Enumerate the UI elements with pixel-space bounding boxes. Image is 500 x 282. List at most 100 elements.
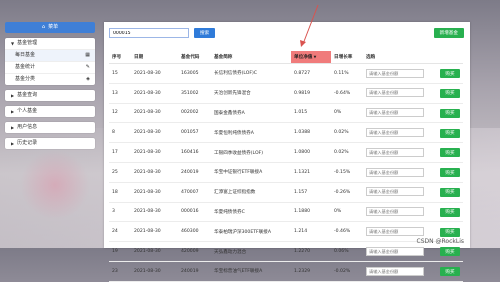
table-cell: 1.0800 <box>291 142 331 163</box>
column-header: 日期 <box>131 51 178 64</box>
table-cell: 0.8727 <box>291 63 331 84</box>
buy-share-input[interactable] <box>366 207 424 217</box>
sidebar-item-daily-fund[interactable]: 每日基金 ▦ <box>5 49 95 61</box>
buy-share-input[interactable] <box>366 266 424 276</box>
buy-button[interactable]: 购买 <box>440 247 460 257</box>
search-button[interactable]: 搜索 <box>194 28 216 38</box>
buy-share-input[interactable] <box>366 68 424 78</box>
table-cell: -0.64% <box>331 83 363 104</box>
table-cell: 0.11% <box>331 63 363 84</box>
buy-button[interactable]: 购买 <box>440 227 460 237</box>
table-cell: 420009 <box>178 241 211 262</box>
buy-share-input[interactable] <box>366 167 424 177</box>
buy-button[interactable]: 购买 <box>440 88 460 98</box>
table-cell: 华宝标普油气ETF联接A <box>211 261 291 282</box>
sidebar-group-user-info[interactable]: ▶ 用户信息 <box>5 122 95 133</box>
table-cell: 163005 <box>178 63 211 84</box>
buy-button[interactable]: 购买 <box>440 148 460 158</box>
table-cell: -0.46% <box>331 221 363 243</box>
table-cell: 25 <box>109 162 131 183</box>
table-cell: 19 <box>109 241 131 262</box>
calendar-icon: ▦ <box>85 52 90 58</box>
sidebar-group-personal-fund[interactable]: ▶ 个人基金 <box>5 106 95 117</box>
column-header-sorted[interactable]: 单位净值 ▼ <box>291 51 331 64</box>
table-cell: 24 <box>109 221 131 243</box>
buy-share-input[interactable] <box>366 108 424 118</box>
table-cell: 160416 <box>178 142 211 163</box>
sidebar-group-label: 基金管理 <box>17 40 38 46</box>
table-row: 182021-08-30470007汇添富上证综指指数1.157-0.26% 购买 <box>109 182 463 203</box>
table-cell: 2021-08-30 <box>131 162 178 183</box>
table-row: 23 2021-08-30 240019 华宝标普油气ETF联接A 1.2329 -0.0… <box>109 261 463 282</box>
buy-button[interactable]: 购买 <box>440 128 460 138</box>
buy-share-input[interactable] <box>366 187 424 197</box>
table-cell: 0.06% <box>331 241 363 262</box>
buy-share-input[interactable] <box>366 128 424 138</box>
table-cell: 240019 <box>178 162 211 183</box>
sidebar-group-history[interactable]: ▶ 历史记录 <box>5 138 95 149</box>
table-cell: 2021-08-30 <box>131 202 178 223</box>
sidebar: ⌂ 菜单 ▼ 基金管理 每日基金 ▦ 基金统计 ✎ 基金分类 ◈ ▶ 基金查询 … <box>5 22 95 149</box>
table-cell: 1.1880 <box>291 202 331 223</box>
table-cell: 国泰金鑫债券A <box>211 103 291 124</box>
table-row: 15 2021-08-30 163005 长信利信债券(LOF)C 0.8727 0.11… <box>109 63 463 84</box>
sidebar-item-label: 基金统计 <box>15 64 36 70</box>
background-blossom <box>20 150 90 220</box>
sidebar-item-label: 每日基金 <box>15 52 36 58</box>
sidebar-group-label: 基金查询 <box>17 92 38 98</box>
table-cell: 1.214 <box>291 221 331 243</box>
buy-button[interactable]: 购买 <box>440 187 460 197</box>
caret-right-icon: ▶ <box>11 109 15 114</box>
sidebar-group-label: 历史记录 <box>17 140 38 146</box>
table-cell: 15 <box>109 63 131 84</box>
table-cell: 天弘鑫动力混合 <box>211 241 291 262</box>
table-cell: -0.02% <box>331 261 363 282</box>
buy-button[interactable]: 购买 <box>440 108 460 118</box>
buy-cell: 购买 <box>363 122 463 144</box>
sort-desc-icon[interactable]: ▼ <box>312 55 317 59</box>
add-fund-button[interactable]: 新增基金 <box>433 28 464 38</box>
buy-share-input[interactable] <box>366 147 424 157</box>
table-cell: 3 <box>109 202 131 223</box>
sidebar-group-title-fund-management[interactable]: ▼ 基金管理 <box>5 38 95 49</box>
sidebar-menu-title: 菜单 <box>48 24 59 30</box>
table-cell: 2021-08-30 <box>131 221 178 243</box>
table-cell: 0.9819 <box>291 83 331 104</box>
table-cell: 2021-08-30 <box>131 241 178 262</box>
table-cell: 1.015 <box>291 103 331 124</box>
table-cell: 13 <box>109 83 131 104</box>
table-row: 17 2021-08-30 160416 工银四季收益债券(LOF) 1.0800 0.0… <box>109 142 463 163</box>
caret-right-icon: ▶ <box>11 93 15 98</box>
buy-cell: 购买 <box>363 182 463 203</box>
buy-share-input[interactable] <box>366 88 424 98</box>
sidebar-item-label: 基金分类 <box>15 76 36 82</box>
column-header: 序号 <box>109 51 131 64</box>
buy-button[interactable]: 购买 <box>440 69 460 79</box>
table-cell: 8 <box>109 122 131 144</box>
buy-button[interactable]: 购买 <box>440 207 460 217</box>
sidebar-item-fund-stats[interactable]: 基金统计 ✎ <box>5 61 95 73</box>
table-cell: 工银四季收益债券(LOF) <box>211 142 291 163</box>
buy-button[interactable]: 购买 <box>440 267 460 277</box>
table-cell: 1.0388 <box>291 122 331 144</box>
edit-icon: ✎ <box>85 64 90 70</box>
buy-cell: 购买 <box>363 103 463 124</box>
table-cell: 2021-08-30 <box>131 103 178 124</box>
caret-down-icon: ▼ <box>11 41 15 46</box>
sidebar-group-title-history: ▶ 历史记录 <box>5 138 95 149</box>
sidebar-group-fund-query[interactable]: ▶ 基金查询 <box>5 90 95 101</box>
sidebar-group-label: 用户信息 <box>17 124 38 130</box>
buy-button[interactable]: 购买 <box>440 168 460 178</box>
table-body: 15 2021-08-30 163005 长信利信债券(LOF)C 0.8727 0.11… <box>109 63 463 282</box>
buy-cell: 购买 <box>363 63 463 84</box>
table-cell: 1.1321 <box>291 162 331 183</box>
table-row: 132021-08-30351002天治创新先锋混合0.9819-0.64% 购买 <box>109 83 463 104</box>
table-cell: 460300 <box>178 221 211 243</box>
table-cell: 长信利信债券(LOF)C <box>211 63 291 84</box>
buy-cell: 购买 <box>363 83 463 104</box>
sidebar-item-fund-category[interactable]: 基金分类 ◈ <box>5 73 95 85</box>
buy-share-input[interactable] <box>366 246 424 256</box>
buy-share-input[interactable] <box>366 227 424 237</box>
search-input[interactable] <box>109 28 189 38</box>
table-row: 25 2021-08-30 240019 华宝中证银行ETF联接A 1.1321 -0.1… <box>109 162 463 183</box>
